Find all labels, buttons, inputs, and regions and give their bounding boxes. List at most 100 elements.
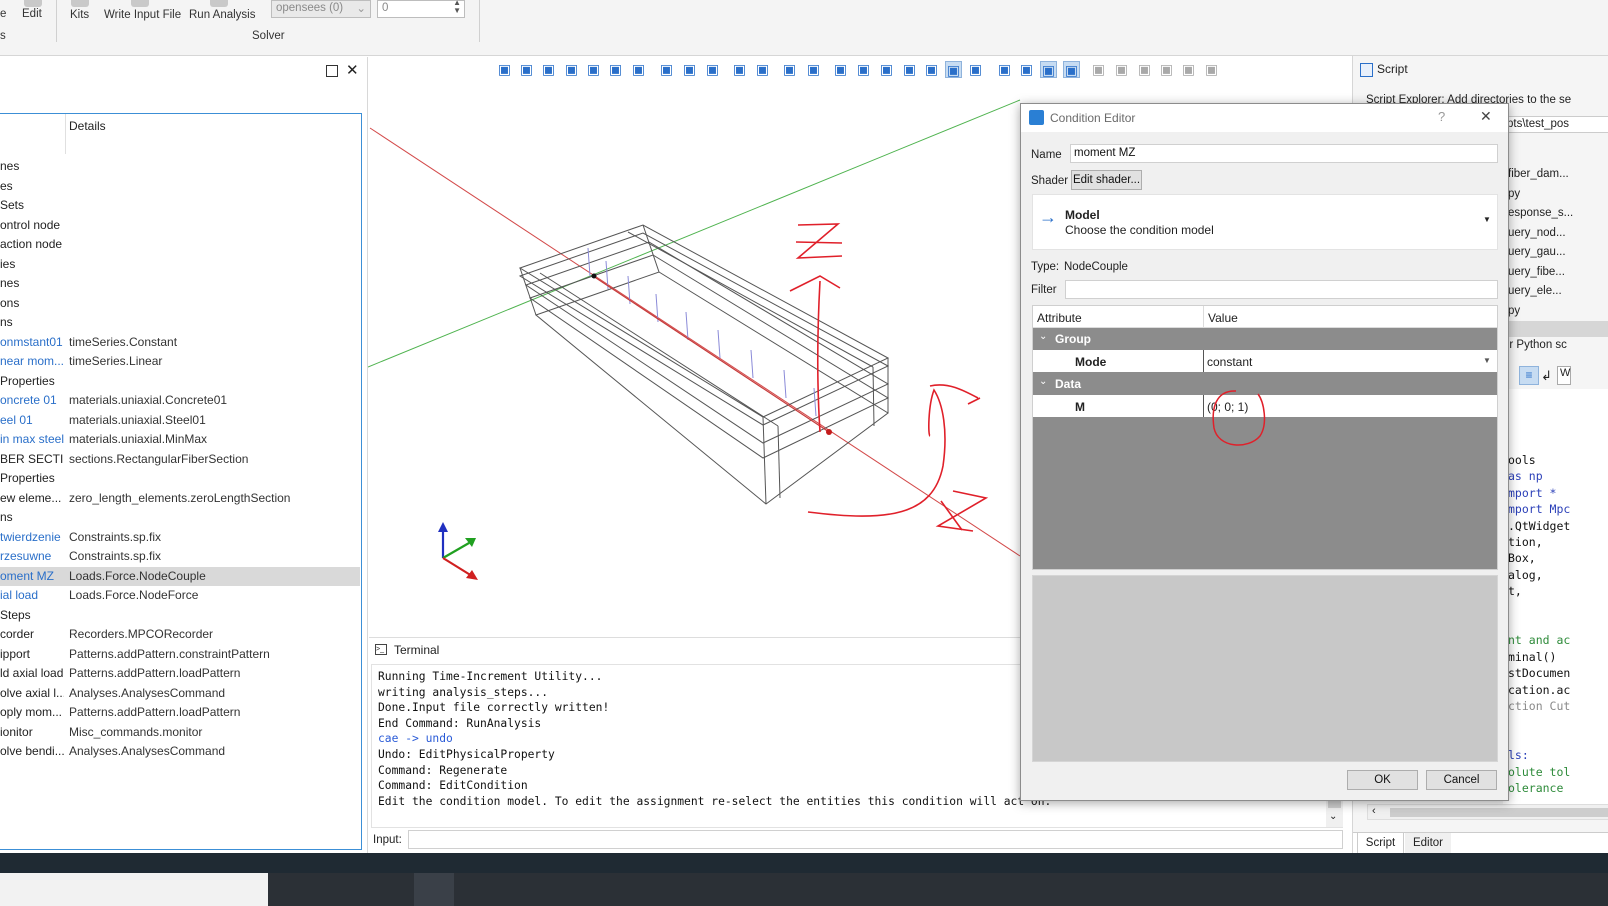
tree-row[interactable]: ial load Loads.Force.NodeForce — [0, 586, 360, 606]
tree-row[interactable]: ew eleme... zero_length_elements.zeroLeng… — [0, 489, 360, 509]
tree-row[interactable]: Steps — [0, 606, 360, 626]
node-start[interactable] — [591, 273, 597, 279]
chevron-down-icon[interactable]: ⌄ — [1039, 331, 1047, 342]
tab-script[interactable]: Script — [1357, 833, 1404, 854]
scroll-down-icon[interactable]: ⌄ — [1329, 811, 1337, 822]
view-tool-icon[interactable]: ▣ — [878, 61, 895, 78]
view-tool-icon[interactable]: ▣ — [1180, 61, 1197, 78]
help-button[interactable]: ? — [1438, 109, 1445, 124]
mode-value[interactable]: constant — [1207, 355, 1252, 369]
edit-button[interactable]: Edit — [22, 8, 42, 20]
tree-row[interactable]: olve bendi... Analyses.AnalysesCommand — [0, 742, 360, 762]
kits-button[interactable]: Kits — [70, 9, 89, 21]
filter-input[interactable] — [1065, 280, 1498, 299]
view-tool-icon[interactable]: ▣ — [681, 61, 698, 78]
view-tool-icon[interactable]: ▣ — [1040, 61, 1057, 78]
tree-row[interactable]: ies — [0, 255, 360, 275]
run-analysis-button[interactable]: Run Analysis — [189, 9, 255, 21]
close-icon[interactable]: ✕ — [1480, 108, 1492, 125]
script-file-item[interactable]: uery_nod... — [1508, 227, 1566, 239]
tree-row[interactable]: es — [0, 177, 360, 197]
view-tool-icon[interactable]: ▣ — [585, 61, 602, 78]
tree-row[interactable]: ns — [0, 508, 360, 528]
tree-row[interactable]: action node — [0, 235, 360, 255]
view-tool-icon[interactable]: ▣ — [996, 61, 1013, 78]
view-tool-icon[interactable]: ▣ — [855, 61, 872, 78]
tree-row[interactable]: oment MZ Loads.Force.NodeCouple — [0, 566, 360, 586]
script-path-field[interactable]: pts\test_pos — [1503, 116, 1608, 133]
tree-row[interactable]: corder Recorders.MPCORecorder — [0, 625, 360, 645]
ok-button[interactable]: OK — [1347, 770, 1418, 790]
view-tool-icon[interactable]: ▣ — [1063, 61, 1080, 78]
name-input[interactable]: moment MZ — [1070, 144, 1498, 163]
wrap-toggle[interactable]: W — [1557, 366, 1571, 385]
model-tree[interactable]: Details nes es Sets ontrol node action node i… — [0, 113, 362, 850]
3d-viewport[interactable] — [368, 86, 1024, 636]
script-file-item[interactable]: py — [1508, 305, 1520, 317]
tree-row[interactable]: ons — [0, 294, 360, 314]
tree-row[interactable]: BER SECTI... sections.RectangularFiberSec… — [0, 450, 360, 470]
write-input-file-button[interactable]: Write Input File — [104, 9, 181, 21]
view-tool-icon[interactable]: ▣ — [496, 61, 513, 78]
tree-row[interactable]: rzesuwne Constraints.sp.fix — [0, 547, 360, 567]
tab-editor[interactable]: Editor — [1405, 833, 1451, 854]
view-tool-icon[interactable]: ▣ — [1018, 61, 1035, 78]
return-icon[interactable]: ↲ — [1541, 368, 1552, 384]
view-tool-icon[interactable]: ▣ — [832, 61, 849, 78]
scrollbar-thumb[interactable] — [1390, 808, 1608, 817]
taskbar-search-box[interactable] — [0, 873, 268, 906]
tree-row[interactable]: olve axial l... Analyses.AnalysesCommand — [0, 684, 360, 704]
script-file-item[interactable]: py — [1508, 188, 1520, 200]
tree-row[interactable]: nes — [0, 157, 360, 177]
script-file-item[interactable]: uery_ele... — [1508, 285, 1562, 297]
view-tool-icon[interactable]: ▣ — [1090, 61, 1107, 78]
script-hscrollbar[interactable]: ‹ — [1367, 804, 1608, 820]
tree-row[interactable]: oply mom... Patterns.addPattern.loadPatte… — [0, 703, 360, 723]
tree-row[interactable]: Properties — [0, 469, 360, 489]
view-tool-icon[interactable]: ▣ — [901, 61, 918, 78]
mode-row[interactable]: Mode constant ▼ — [1033, 350, 1497, 372]
script-file-item[interactable]: uery_fibe... — [1508, 266, 1565, 278]
tree-row[interactable]: in max steel materials.uniaxial.MinMax — [0, 430, 360, 450]
group-row[interactable]: ⌄ Group — [1033, 328, 1497, 350]
tree-row[interactable]: ontrol node — [0, 216, 360, 236]
script-editor[interactable] — [1503, 389, 1608, 809]
undock-icon[interactable] — [326, 65, 338, 77]
dialog-titlebar[interactable]: Condition Editor ? ✕ — [1021, 104, 1508, 132]
view-tool-icon[interactable]: ▣ — [658, 61, 675, 78]
tree-row[interactable]: eel 01 materials.uniaxial.Steel01 — [0, 411, 360, 431]
view-tool-icon[interactable]: ▣ — [781, 61, 798, 78]
tree-row[interactable]: near mom... timeSeries.Linear — [0, 352, 360, 372]
view-tool-icon[interactable]: ▣ — [607, 61, 624, 78]
view-tool-icon[interactable]: ▣ — [518, 61, 535, 78]
spin-arrows-icon[interactable]: ▲ ▼ — [453, 0, 461, 15]
tree-row[interactable]: ns — [0, 313, 360, 333]
attribute-table[interactable]: Attribute Value ⌄ Group Mode constant ▼ … — [1032, 305, 1498, 570]
view-tool-icon[interactable]: ▣ — [967, 61, 984, 78]
view-tool-icon[interactable]: ▣ — [754, 61, 771, 78]
script-file-item[interactable]: uery_gau... — [1508, 246, 1566, 258]
view-tool-icon[interactable]: ▣ — [1136, 61, 1153, 78]
view-tool-icon[interactable]: ▣ — [923, 61, 940, 78]
script-file-item[interactable]: fiber_dam... — [1508, 168, 1569, 180]
view-tool-icon[interactable]: ▣ — [1203, 61, 1220, 78]
view-tool-icon[interactable]: ▣ — [704, 61, 721, 78]
tree-row[interactable]: twierdzenie Constraints.sp.fix — [0, 528, 360, 548]
chevron-down-icon[interactable]: ⌄ — [1039, 376, 1047, 387]
tree-row[interactable]: Properties — [0, 372, 360, 392]
solver-spinbox[interactable]: 0 ▲ ▼ — [377, 0, 465, 18]
chevron-down-icon[interactable]: ▼ — [1483, 215, 1491, 224]
view-tool-icon[interactable]: ▣ — [805, 61, 822, 78]
tree-row[interactable]: oncrete 01 materials.uniaxial.Concrete01 — [0, 391, 360, 411]
view-tool-icon[interactable]: ▣ — [1113, 61, 1130, 78]
solver-combo[interactable]: opensees (0) ⌄ — [271, 0, 371, 18]
view-tool-icon[interactable]: ▣ — [731, 61, 748, 78]
view-tool-icon[interactable]: ▣ — [540, 61, 557, 78]
view-tool-icon[interactable]: ▣ — [630, 61, 647, 78]
edit-shader-button[interactable]: Edit shader... — [1071, 170, 1142, 190]
tree-row[interactable]: ionitor Misc_commands.monitor — [0, 723, 360, 743]
tree-row[interactable]: nes — [0, 274, 360, 294]
tree-row[interactable]: onmstant01 timeSeries.Constant — [0, 333, 360, 353]
cancel-button[interactable]: Cancel — [1426, 770, 1497, 790]
tree-row[interactable]: Sets — [0, 196, 360, 216]
